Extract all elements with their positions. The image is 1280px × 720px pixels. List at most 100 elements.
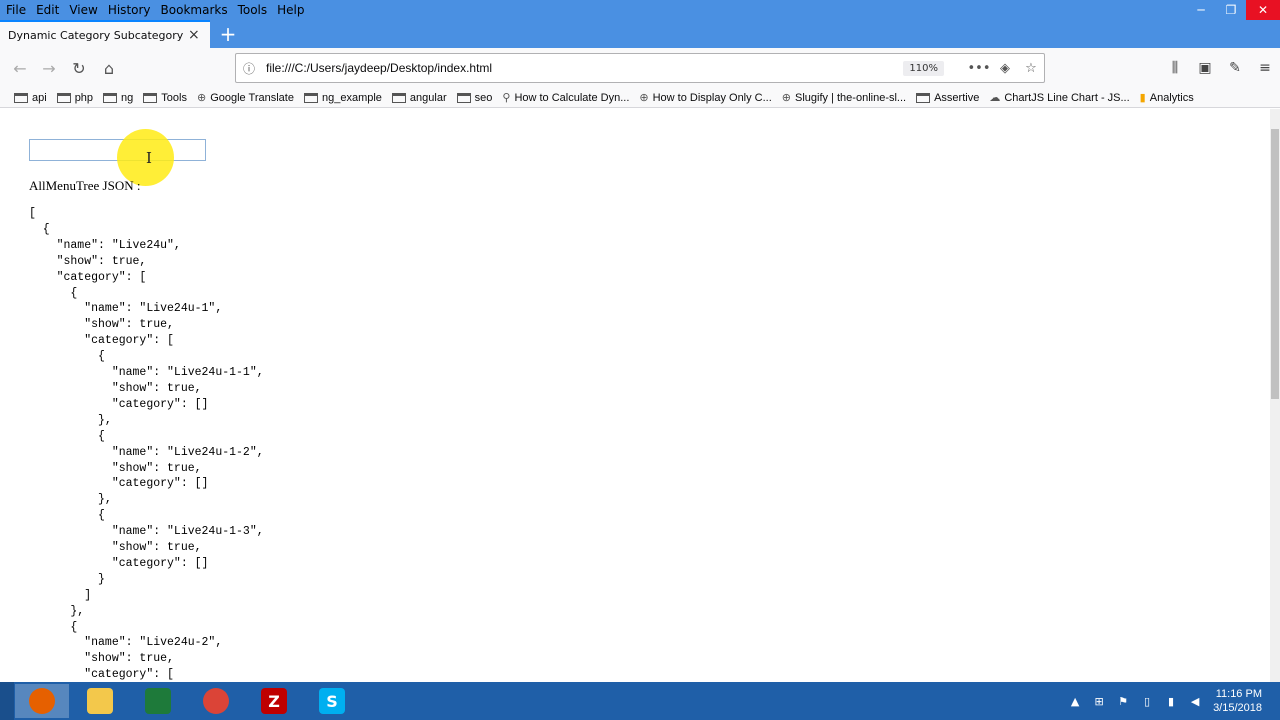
firefox-icon <box>29 688 55 714</box>
system-tray: ▲ ⊞ ⚑ ▯ ▮ ◀ 11:16 PM 3/15/2018 <box>1063 682 1280 720</box>
clock-time: 11:16 PM <box>1215 688 1262 700</box>
bookmark-item[interactable]: php <box>56 91 94 104</box>
globe-icon: ⊕ <box>781 92 792 104</box>
page-icon: ⚲ <box>502 92 511 104</box>
menu-view[interactable]: View <box>64 0 102 20</box>
clock-date: 3/15/2018 <box>1213 702 1262 714</box>
bookmark-item[interactable]: ng <box>103 92 133 104</box>
menu-history[interactable]: History <box>103 0 156 20</box>
spreadsheet-icon <box>145 688 171 714</box>
taskbar-app-filezilla[interactable]: Z <box>247 684 301 718</box>
security-icon[interactable]: ⚑ <box>1111 695 1135 708</box>
window-controls: ─ ❐ ✕ <box>1186 0 1280 20</box>
library-icon[interactable]: ⫼ <box>1160 56 1190 80</box>
reload-icon[interactable]: ↻ <box>67 56 91 80</box>
bookmark-item[interactable]: ⚲ How to Calculate Dyn... <box>502 91 630 105</box>
folder-icon <box>391 92 406 103</box>
folder-icon <box>916 92 931 103</box>
clock[interactable]: 11:16 PM 3/15/2018 <box>1207 687 1280 715</box>
nav-bar: ← → ↻ ⌂ ⓘ file:///C:/Users/jaydeep/Deskt… <box>0 48 1280 88</box>
url-bar[interactable]: ⓘ file:///C:/Users/jaydeep/Desktop/index… <box>235 53 1045 83</box>
bookmark-item[interactable]: ⊕ Slugify | the-online-sl... <box>781 91 907 105</box>
zoom-level[interactable]: 110% <box>903 60 944 76</box>
folder-icon <box>303 92 318 103</box>
bookmark-item[interactable]: ng_example <box>303 92 382 104</box>
start-button[interactable] <box>0 682 14 720</box>
bookmark-item[interactable]: angular <box>391 91 447 104</box>
menu-bookmarks[interactable]: Bookmarks <box>156 0 233 20</box>
bookmark-label: api <box>32 91 47 104</box>
folder-icon <box>103 92 118 103</box>
bookmark-item[interactable]: Assertive <box>916 92 979 104</box>
tab-active[interactable]: Dynamic Category Subcategory Tr × <box>0 20 210 48</box>
bookmark-label: Analytics <box>1149 91 1194 104</box>
tab-close-icon[interactable]: × <box>188 27 200 43</box>
file-explorer-icon <box>87 688 113 714</box>
taskbar-app-file-explorer[interactable] <box>73 684 127 718</box>
menu-bar: File Edit View History Bookmarks Tools H… <box>0 0 1280 20</box>
bookmark-item[interactable]: seo <box>456 92 492 104</box>
page-content: I AllMenuTree JSON : [ { "name": "Live24… <box>0 109 1270 682</box>
bookmark-item[interactable]: Tools <box>143 92 187 104</box>
text-cursor-icon: I <box>146 149 152 167</box>
back-icon[interactable]: ← <box>8 56 32 80</box>
forward-icon[interactable]: → <box>37 56 61 80</box>
folder-icon <box>56 92 71 103</box>
bookmark-label: Google Translate <box>210 91 294 104</box>
bookmark-star-icon[interactable]: ☆ <box>1018 61 1044 76</box>
bookmark-label: Slugify | the-online-sl... <box>795 91 907 104</box>
toolbar-right: ⫼ ▣ ✎ ≡ <box>1160 56 1280 80</box>
taskbar-app-skype[interactable]: S <box>305 684 359 718</box>
bookmark-label: angular <box>409 91 447 104</box>
close-window-icon[interactable]: ✕ <box>1246 0 1280 20</box>
bookmark-label: Tools <box>161 91 187 104</box>
bookmark-item[interactable]: api <box>14 92 47 104</box>
restore-icon[interactable]: ❐ <box>1216 0 1246 20</box>
minimize-icon[interactable]: ─ <box>1186 0 1216 20</box>
menu-file[interactable]: File <box>0 0 31 20</box>
bookmark-label: php <box>74 91 94 104</box>
json-output: [ { "name": "Live24u", "show": true, "ca… <box>29 207 264 682</box>
page-actions-icon[interactable]: ••• <box>966 61 992 76</box>
bookmark-item[interactable]: ⊕ Google Translate <box>196 91 294 105</box>
extension-icon[interactable]: ✎ <box>1220 56 1250 80</box>
new-tab-icon[interactable]: + <box>218 22 238 46</box>
filezilla-icon: Z <box>261 688 287 714</box>
volume-icon[interactable]: ◀ <box>1183 695 1207 708</box>
url-text[interactable]: file:///C:/Users/jaydeep/Desktop/index.h… <box>262 61 903 75</box>
pocket-icon[interactable]: ◈ <box>992 61 1018 76</box>
hamburger-menu-icon[interactable]: ≡ <box>1250 56 1280 80</box>
menu-edit[interactable]: Edit <box>31 0 64 20</box>
scrollbar[interactable] <box>1270 109 1280 682</box>
tab-strip: Dynamic Category Subcategory Tr × + <box>0 20 1280 48</box>
chevron-up-icon[interactable]: ▲ <box>1063 695 1087 708</box>
bookmark-item[interactable]: ☁ ChartJS Line Chart - JS... <box>989 91 1129 105</box>
globe-icon: ⊕ <box>639 92 649 104</box>
wifi-icon[interactable]: ▮ <box>1159 695 1183 708</box>
json-label: AllMenuTree JSON : <box>29 178 141 193</box>
taskbar-app-firefox[interactable] <box>15 684 69 718</box>
globe-icon: ⊕ <box>196 92 207 104</box>
bookmark-item[interactable]: ▮ Analytics <box>1139 91 1194 105</box>
folder-icon <box>456 92 471 103</box>
bookmark-label: How to Calculate Dyn... <box>514 91 630 104</box>
home-icon[interactable]: ⌂ <box>97 56 121 80</box>
bars-icon: ▮ <box>1139 92 1146 104</box>
scrollbar-thumb[interactable] <box>1271 129 1279 399</box>
skype-icon: S <box>319 688 345 714</box>
sidebar-icon[interactable]: ▣ <box>1190 56 1220 80</box>
bookmark-label: ng <box>121 91 134 104</box>
taskbar-app-chrome[interactable] <box>189 684 243 718</box>
taskbar-app-spreadsheet[interactable] <box>131 684 185 718</box>
folder-icon <box>143 92 158 103</box>
bookmark-label: How to Display Only C... <box>652 91 772 104</box>
chrome-icon <box>203 688 229 714</box>
bookmark-item[interactable]: ⊕ How to Display Only C... <box>639 91 772 105</box>
info-icon[interactable]: ⓘ <box>236 60 262 77</box>
folder-icon <box>14 92 28 103</box>
network-icon[interactable]: ⊞ <box>1087 695 1111 708</box>
menu-tools[interactable]: Tools <box>233 0 273 20</box>
tablet-icon[interactable]: ▯ <box>1135 695 1159 708</box>
tab-title: Dynamic Category Subcategory Tr <box>8 28 184 42</box>
menu-help[interactable]: Help <box>272 0 309 20</box>
